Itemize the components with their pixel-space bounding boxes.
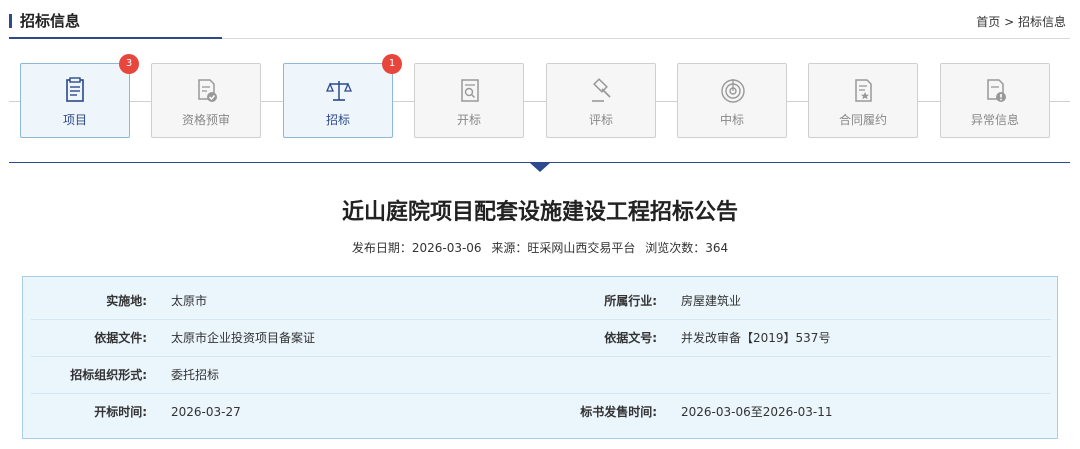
step-count-badge: 1	[382, 54, 402, 74]
step-label: 异常信息	[970, 113, 1019, 127]
contract-star-icon	[855, 79, 872, 102]
field-label: 标书发售时间:	[580, 405, 657, 419]
field-value: 委托招标	[171, 368, 220, 382]
step-label: 评标	[588, 113, 613, 127]
target-icon	[721, 79, 745, 103]
field-label: 招标组织形式:	[70, 368, 147, 382]
publish-date: 发布日期：2026-03-06	[351, 241, 482, 255]
info-row: 招标组织形式: 委托招标	[31, 357, 1051, 394]
field-label: 开标时间:	[94, 405, 147, 419]
scales-icon	[326, 81, 352, 101]
breadcrumb: 首页 > 招标信息	[976, 13, 1066, 31]
field-label: 依据文号:	[604, 331, 657, 345]
step-prequalification[interactable]: 资格预审	[151, 63, 261, 138]
step-award[interactable]: 中标	[677, 63, 787, 138]
view-count: 浏览次数：364	[645, 241, 729, 255]
breadcrumb-separator: >	[1004, 15, 1015, 29]
field-value: 房屋建筑业	[681, 294, 742, 308]
document-list-icon	[66, 77, 84, 102]
step-label: 招标	[325, 113, 350, 127]
section-title: 招标信息	[20, 12, 81, 30]
section-header: 招标信息 首页 > 招标信息	[0, 0, 1080, 42]
header-accent-line	[9, 37, 222, 39]
info-table: 实施地: 太原市 所属行业: 房屋建筑业 依据文件: 太原市企业投资项目备案证 …	[22, 276, 1058, 439]
document-check-icon	[198, 79, 217, 102]
field-value: 2026-03-27	[171, 405, 241, 419]
step-evaluation[interactable]: 评标	[546, 63, 656, 138]
step-exception[interactable]: 异常信息	[940, 63, 1050, 138]
info-row: 实施地: 太原市 所属行业: 房屋建筑业	[31, 283, 1051, 320]
step-label: 资格预审	[181, 113, 230, 127]
breadcrumb-home-link[interactable]: 首页	[976, 15, 1000, 29]
notice-source: 来源：旺采网山西交易平台	[491, 241, 636, 255]
field-label: 实施地:	[106, 294, 147, 308]
step-project[interactable]: 项目 3	[20, 54, 139, 138]
field-value: 2026-03-06至2026-03-11	[681, 405, 833, 419]
info-row: 依据文件: 太原市企业投资项目备案证 依据文号: 并发改审备【2019】537号	[31, 320, 1051, 357]
field-value: 太原市	[171, 294, 208, 308]
step-tender[interactable]: 招标 1	[283, 54, 402, 138]
step-bid-opening[interactable]: 开标	[414, 63, 524, 138]
notice-meta: 发布日期：2026-03-06 来源：旺采网山西交易平台 浏览次数：364	[0, 239, 1080, 257]
title-marker	[9, 14, 12, 28]
step-label: 开标	[456, 113, 481, 127]
document-search-icon	[461, 79, 479, 102]
step-label: 中标	[719, 113, 744, 127]
breadcrumb-current: 招标信息	[1017, 15, 1066, 29]
step-label: 项目	[62, 113, 87, 127]
field-value: 太原市企业投资项目备案证	[171, 331, 316, 345]
field-value: 并发改审备【2019】537号	[681, 331, 831, 345]
field-label: 所属行业:	[604, 294, 657, 308]
step-contract[interactable]: 合同履约	[808, 63, 918, 138]
info-row: 开标时间: 2026-03-27 标书发售时间: 2026-03-06至2026…	[31, 394, 1051, 431]
field-label	[451, 357, 657, 394]
document-alert-icon	[987, 79, 1006, 102]
step-pointer-arrow	[530, 163, 550, 172]
gavel-icon	[592, 78, 611, 102]
step-label: 合同履约	[838, 113, 887, 127]
step-count-badge: 3	[119, 54, 139, 74]
field-label: 依据文件:	[94, 331, 147, 345]
notice-title: 近山庭院项目配套设施建设工程招标公告	[341, 200, 738, 225]
